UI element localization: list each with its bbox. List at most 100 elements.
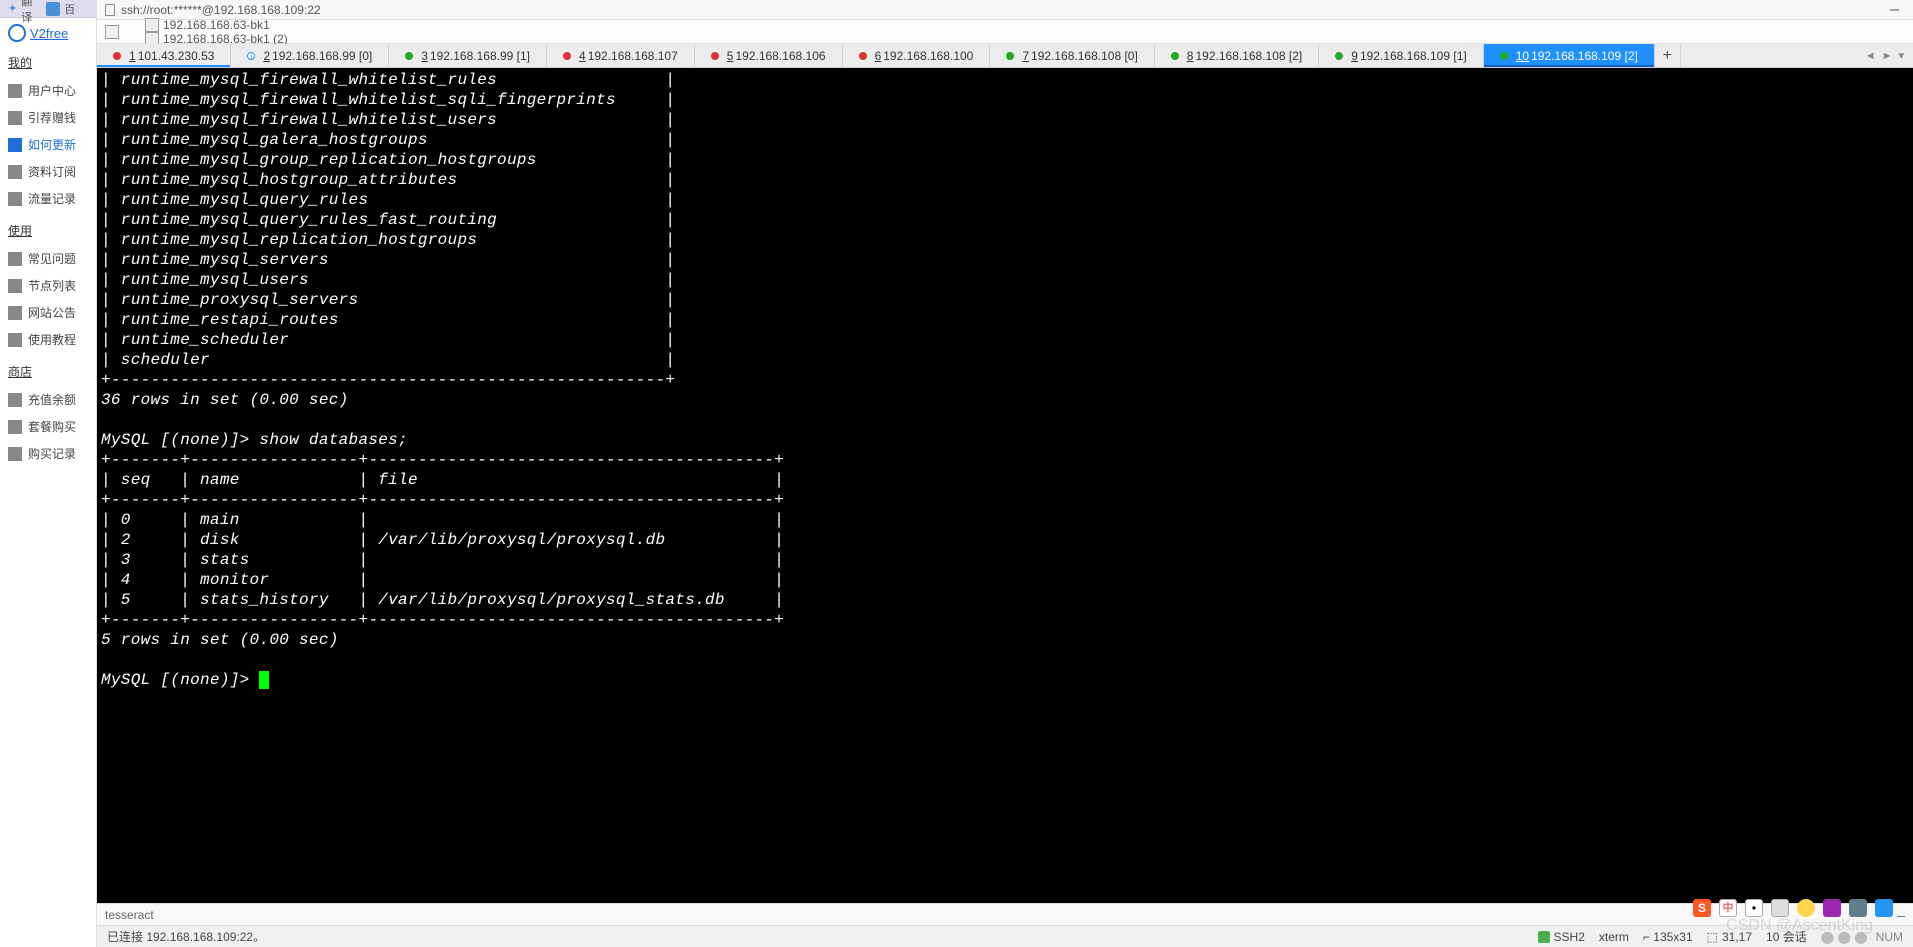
status-term: xterm [1599, 930, 1629, 944]
tab-scroll-arrows: ◄ ► ▾ [1856, 44, 1913, 67]
connection-tab[interactable]: 9 192.168.168.109 [1] [1319, 44, 1483, 67]
emoji-icon[interactable] [1797, 899, 1815, 917]
sidebar-item[interactable]: 充值余额 [4, 386, 92, 413]
sidebar-item[interactable]: 如何更新 [4, 131, 92, 158]
connection-tab[interactable]: i2 192.168.168.99 [0] [231, 44, 389, 67]
tab-dropdown[interactable]: ▾ [1898, 49, 1904, 62]
status-caps: ⬤ ⬤ ⬤NUM [1821, 930, 1903, 944]
sidebar-item-label: 套餐购买 [28, 418, 76, 435]
lock-icon [105, 4, 115, 16]
sidebar-item-label: 资料订阅 [28, 163, 76, 180]
browser-translate[interactable]: ✦翻译 [8, 0, 32, 25]
command-input-bar[interactable]: tesseract – [97, 903, 1913, 925]
connection-tab[interactable]: 6 192.168.168.100 [843, 44, 991, 67]
connection-tab-row: 1 101.43.230.53i2 192.168.168.99 [0]3 19… [97, 44, 1913, 68]
sidebar-item-label: 节点列表 [28, 277, 76, 294]
sidebar-section-title: 我的 [8, 54, 88, 71]
bookmark-icon [145, 18, 159, 32]
sidebar-item[interactable]: 节点列表 [4, 272, 92, 299]
status-bar: 已连接 192.168.168.109:22。 SSH2 xterm ⌐ 135… [97, 925, 1913, 947]
bookmark-icon [105, 25, 119, 39]
status-dims: ⌐ 135x31 [1643, 930, 1693, 944]
sidebar-item-label: 用户中心 [28, 82, 76, 99]
sidebar-item-label: 引荐赠钱 [28, 109, 76, 126]
status-dot-icon [859, 52, 867, 60]
window-titlebar: ssh://root:******@192.168.168.109:22 – [97, 0, 1913, 20]
status-dot-icon [563, 52, 571, 60]
command-echo: tesseract [105, 908, 154, 922]
connection-tab[interactable]: 7 192.168.168.108 [0] [990, 44, 1154, 67]
sidebar-item-label: 网站公告 [28, 304, 76, 321]
shield-icon [1538, 931, 1550, 943]
sidebar-item[interactable]: 引荐赠钱 [4, 104, 92, 131]
brand-text: V2free [30, 26, 68, 41]
sidebar-item[interactable]: 常见问题 [4, 245, 92, 272]
translate-icon: ✦ [8, 2, 17, 15]
user-center-icon [8, 84, 22, 98]
topup-icon [8, 393, 22, 407]
sidebar-item-label: 流量记录 [28, 190, 76, 207]
sidebar-item[interactable]: 购买记录 [4, 440, 92, 467]
sidebar-item-label: 如何更新 [28, 136, 76, 153]
connection-tab[interactable]: 10 192.168.168.109 [2] [1484, 44, 1655, 67]
os-system-tray: S 中 • [1683, 893, 1903, 923]
settings-icon[interactable] [1849, 899, 1867, 917]
keyboard-icon[interactable] [1771, 899, 1789, 917]
status-sessions: 10 会话 [1766, 928, 1807, 945]
brand[interactable]: V2free [8, 24, 88, 42]
sidebar-section-title: 使用 [8, 222, 88, 239]
tab-scroll-left[interactable]: ◄ [1865, 50, 1876, 62]
terminal-output[interactable]: | runtime_mysql_firewall_whitelist_rules… [97, 68, 1913, 903]
terminal-cursor [259, 671, 269, 689]
faq-icon [8, 252, 22, 266]
update-icon [8, 138, 22, 152]
baidu-icon [46, 2, 60, 16]
sidebar-item[interactable]: 使用教程 [4, 326, 92, 353]
connection-tab[interactable]: 1 101.43.230.53 [97, 44, 231, 67]
status-dot-icon [1171, 52, 1179, 60]
session-bookmark-tab[interactable]: 192.168.168.63-bk1 [145, 18, 288, 32]
status-connection: 已连接 192.168.168.109:22。 [107, 928, 265, 945]
status-dot-icon [1500, 52, 1508, 60]
sidebar-item-label: 使用教程 [28, 331, 76, 348]
sidebar-item[interactable]: 用户中心 [4, 77, 92, 104]
sidebar-item[interactable]: 套餐购买 [4, 413, 92, 440]
left-sidebar: ✦翻译 百 V2free 我的用户中心引荐赠钱如何更新资料订阅流量记录使用常见问… [0, 0, 97, 947]
ime-cn-icon[interactable]: 中 [1719, 899, 1737, 917]
globe-icon [8, 24, 26, 42]
sidebar-item[interactable]: 资料订阅 [4, 158, 92, 185]
cart-icon [8, 447, 22, 461]
traffic-icon [8, 192, 22, 206]
yen-icon [8, 111, 22, 125]
browser-baidu[interactable]: 百 [46, 1, 75, 17]
status-dot-icon [405, 52, 413, 60]
status-dot-icon [1006, 52, 1014, 60]
sidebar-item[interactable]: 流量记录 [4, 185, 92, 212]
sidebar-item[interactable]: 网站公告 [4, 299, 92, 326]
connection-tab[interactable]: 3 192.168.168.99 [1] [389, 44, 547, 67]
tab-scroll-right[interactable]: ► [1882, 50, 1893, 62]
sidebar-item-label: 常见问题 [28, 250, 76, 267]
tool-icon[interactable] [1823, 899, 1841, 917]
login-icon[interactable] [1875, 899, 1893, 917]
sidebar-item-label: 购买记录 [28, 445, 76, 462]
sidebar-item-label: 充值余额 [28, 391, 76, 408]
connection-tab[interactable]: 4 192.168.168.107 [547, 44, 695, 67]
status-dot-icon: i [247, 52, 255, 60]
add-tab-button[interactable]: + [1655, 44, 1681, 67]
status-ssh: SSH2 [1538, 930, 1585, 944]
bookmark-group-icon[interactable] [105, 25, 123, 39]
session-bookmark-row: 192.168.168.63-bk1192.168.168.63-bk1 (2) [97, 20, 1913, 44]
tutorial-icon [8, 333, 22, 347]
site-icon [8, 306, 22, 320]
package-icon [8, 420, 22, 434]
main-content: ssh://root:******@192.168.168.109:22 – 1… [97, 0, 1913, 947]
plane-icon [8, 279, 22, 293]
connection-tab[interactable]: 8 192.168.168.108 [2] [1155, 44, 1319, 67]
sogou-ime-icon[interactable]: S [1693, 899, 1711, 917]
minimize-button[interactable]: – [1884, 1, 1905, 19]
ssh-url: ssh://root:******@192.168.168.109:22 [121, 3, 321, 17]
status-dot-icon [711, 52, 719, 60]
connection-tab[interactable]: 5 192.168.168.106 [695, 44, 843, 67]
ime-punct-icon[interactable]: • [1745, 899, 1763, 917]
